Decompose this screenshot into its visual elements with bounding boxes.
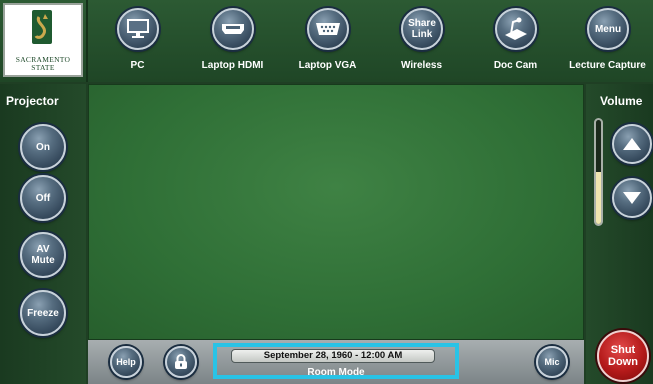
volume-title: Volume [600,94,643,108]
projector-off-button[interactable]: Off [20,175,66,221]
source-label: Wireless [400,60,443,71]
menu-button[interactable]: Menu [587,8,629,50]
source-label: Laptop HDMI [201,60,264,71]
laptop-vga-button[interactable] [307,8,349,50]
volume-level-fill [596,172,601,224]
mic-button[interactable]: Mic [536,346,568,378]
source-pc[interactable]: PC [90,0,185,82]
logo-line2: STATE [31,63,55,72]
volume-down-button[interactable] [612,178,652,218]
doc-cam-button[interactable] [495,8,537,50]
source-doc-cam[interactable]: Doc Cam [468,0,563,82]
share-link-button[interactable]: Share Link [401,8,443,50]
freeze-button[interactable]: Freeze [20,290,66,336]
sacramento-state-logo: SACRAMENTO STATE [3,3,83,77]
source-label: Doc Cam [493,60,538,71]
help-button[interactable]: Help [110,346,142,378]
hdmi-port-icon [222,24,244,34]
triangle-down-icon [623,192,641,204]
projector-on-button[interactable]: On [20,124,66,170]
projector-title: Projector [6,94,59,108]
laptop-hdmi-button[interactable] [212,8,254,50]
room-mode-highlight[interactable]: September 28, 1960 - 12:00 AM Room Mode [213,343,459,379]
source-label: Lecture Capture [569,60,646,71]
source-label: Laptop VGA [298,60,357,71]
document-camera-icon [505,17,527,40]
lock-button[interactable] [165,346,197,378]
volume-level-bar[interactable] [594,118,603,226]
content-area [88,84,584,340]
av-mute-button[interactable]: AV Mute [20,232,66,278]
shutdown-button[interactable]: Shut Down [597,330,649,382]
monitor-icon [127,19,149,38]
top-source-bar: SACRAMENTO STATE PC Laptop HDMI Laptop V… [0,0,653,82]
triangle-up-icon [623,138,641,150]
source-laptop-hdmi[interactable]: Laptop HDMI [185,0,280,82]
pc-button[interactable] [117,8,159,50]
projector-panel: Projector On Off AV Mute Freeze [0,84,86,384]
source-label: PC [130,60,145,71]
source-laptop-vga[interactable]: Laptop VGA [280,0,375,82]
source-wireless[interactable]: Share Link Wireless [374,0,469,82]
bottom-bar: Help September 28, 1960 - 12:00 AM Room … [88,340,584,384]
vga-port-icon [316,23,340,35]
datetime-display: September 28, 1960 - 12:00 AM [231,349,435,363]
source-lecture-capture[interactable]: Menu Lecture Capture [562,0,653,82]
divider [86,0,88,82]
room-mode-label: Room Mode [307,367,365,378]
lock-icon [175,354,187,369]
volume-up-button[interactable] [612,124,652,164]
